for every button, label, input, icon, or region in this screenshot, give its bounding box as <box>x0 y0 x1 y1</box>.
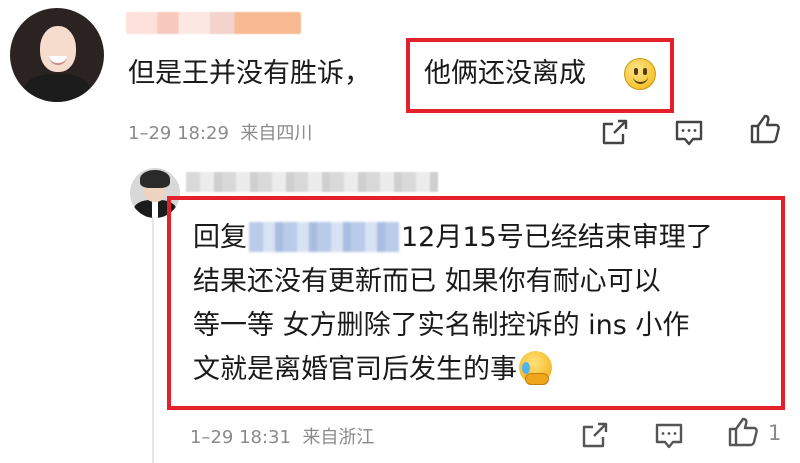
reply-thread-line <box>152 188 154 463</box>
commenter-avatar[interactable] <box>10 8 104 102</box>
comment-icon[interactable] <box>652 418 686 452</box>
comment-icon[interactable] <box>672 115 706 149</box>
reply-text: 回复 12月15号已经结束审理了 结果还没有更新而已 如果你有耐心可以 等一等 女… <box>193 216 783 392</box>
smile-emoji-icon <box>624 58 656 90</box>
reply-line-4: 文就是离婚官司后发生的事 <box>193 348 783 392</box>
share-icon[interactable] <box>578 418 612 452</box>
mentioned-user-blurred[interactable] <box>249 222 399 252</box>
reply-prefix: 回复 <box>193 222 247 253</box>
commenter-name-blurred[interactable] <box>126 12 301 34</box>
comment-text-highlighted: 他俩还没离成 <box>424 56 586 92</box>
reply-meta: 1–29 18:31 来自浙江 <box>190 423 374 449</box>
reply-line-2: 结果还没有更新而已 如果你有耐心可以 <box>193 266 661 297</box>
reply-date: 1–29 18:31 <box>190 427 291 448</box>
comment-text-part1: 但是王并没有胜诉， <box>128 58 371 89</box>
thumbs-up-icon[interactable] <box>726 415 760 449</box>
comment-text: 但是王并没有胜诉， <box>128 56 371 92</box>
comment-text-part2: 他俩还没离成 <box>424 58 586 89</box>
like-count: 1 <box>768 421 782 445</box>
reply-line-3: 等一等 女方删除了实名制控诉的 ins 小作 <box>193 310 690 341</box>
reply-line-4-text: 文就是离婚官司后发生的事 <box>193 354 517 385</box>
reply-location: 来自浙江 <box>302 427 375 448</box>
comment-meta: 1–29 18:29 来自四川 <box>128 119 312 145</box>
reply-line-1-text: 12月15号已经结束审理了 <box>401 222 713 253</box>
share-icon[interactable] <box>598 115 632 149</box>
thumbs-up-icon[interactable] <box>748 112 782 146</box>
comment-location: 来自四川 <box>240 123 313 144</box>
reply-line-1: 回复 12月15号已经结束审理了 <box>193 216 783 260</box>
replier-name-blurred[interactable] <box>186 172 438 192</box>
comment-date: 1–29 18:29 <box>128 123 229 144</box>
crying-hug-emoji-icon <box>519 351 552 385</box>
